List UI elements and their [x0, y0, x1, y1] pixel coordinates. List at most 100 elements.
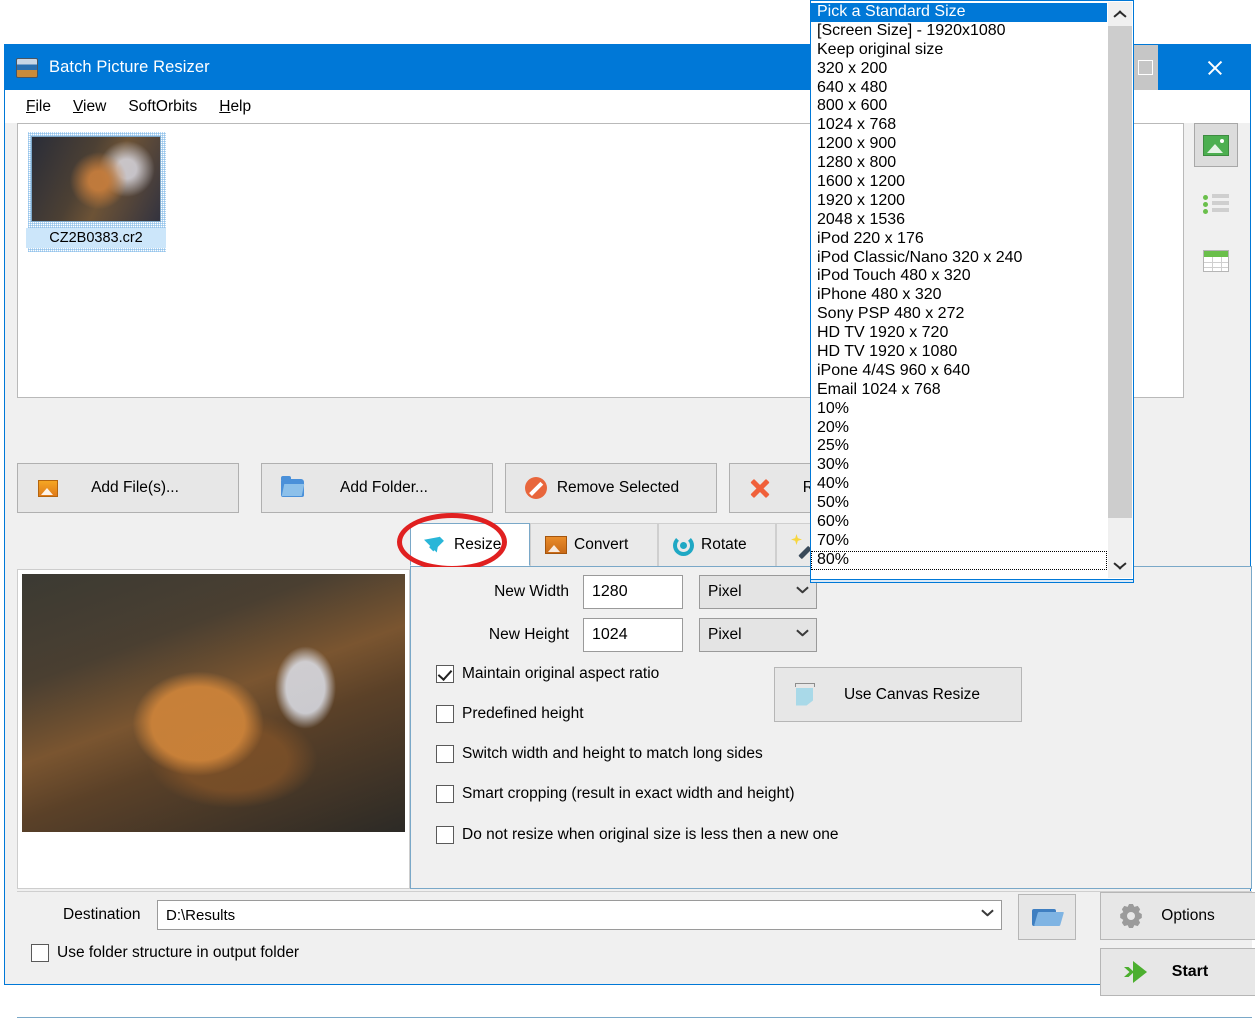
dropdown-option[interactable]: iPone 4/4S 960 x 640 [811, 362, 1107, 381]
checkbox-box [436, 665, 454, 683]
dropdown-option[interactable]: 320 x 200 [811, 60, 1107, 79]
options-button[interactable]: Options [1100, 892, 1255, 940]
checkbox-label: Predefined height [462, 705, 584, 723]
gear-icon [1119, 904, 1143, 928]
picture-icon [1203, 135, 1229, 156]
dropdown-option[interactable]: 1920 x 1200 [811, 192, 1107, 211]
dropdown-option[interactable]: 10% [811, 400, 1107, 419]
dropdown-option[interactable]: 40% [811, 475, 1107, 494]
checkbox-label: Do not resize when original size is less… [462, 826, 839, 844]
add-image-icon [34, 480, 62, 497]
dropdown-option[interactable]: 800 x 600 [811, 97, 1107, 116]
new-width-input[interactable]: 1280 [583, 575, 683, 609]
green-arrow-icon [1117, 961, 1147, 983]
folder-icon [278, 479, 306, 497]
scroll-up-button[interactable] [1108, 2, 1132, 26]
table-icon [1203, 250, 1229, 272]
details-view-button[interactable] [1194, 239, 1238, 283]
dropdown-option[interactable]: 60% [811, 513, 1107, 532]
checkbox-no-upscale[interactable]: Do not resize when original size is less… [436, 826, 839, 844]
dropdown-option[interactable]: 1200 x 900 [811, 135, 1107, 154]
dropdown-option[interactable]: 50% [811, 494, 1107, 513]
dropdown-option[interactable]: 1024 x 768 [811, 116, 1107, 135]
app-icon [16, 58, 38, 78]
height-unit-select[interactable]: Pixel [699, 618, 817, 652]
view-mode-group [1194, 123, 1246, 297]
add-folder-label: Add Folder... [310, 479, 492, 497]
dropdown-option[interactable]: 2048 x 1536 [811, 211, 1107, 230]
menu-item-help[interactable]: Help [208, 95, 262, 119]
dropdown-option[interactable]: HD TV 1920 x 1080 [811, 343, 1107, 362]
checkbox-box [436, 826, 454, 844]
add-files-button[interactable]: Add File(s)... [17, 463, 239, 513]
new-height-input[interactable]: 1024 [583, 618, 683, 652]
checkbox-box [436, 785, 454, 803]
convert-image-icon [545, 536, 567, 554]
remove-selected-button[interactable]: Remove Selected [505, 463, 717, 513]
window-title: Batch Picture Resizer [49, 58, 210, 77]
image-preview-panel [17, 569, 410, 889]
dropdown-option[interactable]: 1600 x 1200 [811, 173, 1107, 192]
tab-rotate[interactable]: Rotate [658, 523, 776, 566]
checkbox-smart-cropping[interactable]: Smart cropping (result in exact width an… [436, 785, 795, 803]
checkbox-box [436, 705, 454, 723]
dropdown-option[interactable]: Pick a Standard Size [811, 3, 1107, 22]
dropdown-option[interactable]: HD TV 1920 x 720 [811, 324, 1107, 343]
maximize-icon [1138, 60, 1153, 75]
dropdown-option[interactable]: 80% [811, 551, 1107, 570]
new-height-label: New Height [429, 626, 569, 644]
standard-size-dropdown-list[interactable]: Pick a Standard Size[Screen Size] - 1920… [810, 0, 1134, 580]
dropdown-options: Pick a Standard Size[Screen Size] - 1920… [811, 3, 1107, 570]
dropdown-option[interactable]: iPod 220 x 176 [811, 230, 1107, 249]
dropdown-option[interactable]: 70% [811, 532, 1107, 551]
close-icon [1206, 59, 1224, 77]
dropdown-option[interactable]: iPod Classic/Nano 320 x 240 [811, 249, 1107, 268]
canvas-resize-icon [795, 682, 821, 708]
close-button[interactable] [1192, 45, 1238, 90]
menu-item-view[interactable]: View [62, 95, 117, 119]
dropdown-option[interactable]: iPod Touch 480 x 320 [811, 267, 1107, 286]
tab-convert-label: Convert [574, 536, 628, 554]
use-canvas-resize-button[interactable]: Use Canvas Resize [774, 667, 1022, 722]
chevron-down-icon [797, 630, 808, 641]
destination-value: D:\Results [166, 907, 235, 924]
checkbox-switch-width-height[interactable]: Switch width and height to match long si… [436, 745, 763, 763]
dropdown-option[interactable]: 30% [811, 456, 1107, 475]
checkbox-label: Switch width and height to match long si… [462, 745, 763, 763]
scrollbar-thumb[interactable] [1108, 26, 1132, 518]
file-list-item[interactable]: CZ2B0383.cr2 [26, 132, 166, 257]
checkbox-use-folder-structure[interactable]: Use folder structure in output folder [31, 944, 299, 962]
dropdown-option[interactable]: Keep original size [811, 41, 1107, 60]
scroll-down-button[interactable] [1108, 554, 1132, 578]
dropdown-option[interactable]: Email 1024 x 768 [811, 381, 1107, 400]
options-label: Options [1143, 907, 1255, 925]
dropdown-option[interactable]: 1280 x 800 [811, 154, 1107, 173]
dropdown-option[interactable]: iPhone 480 x 320 [811, 286, 1107, 305]
list-icon [1203, 193, 1229, 214]
tab-rotate-label: Rotate [701, 536, 747, 554]
menu-item-softorbits[interactable]: SoftOrbits [117, 95, 208, 119]
add-files-label: Add File(s)... [66, 479, 238, 497]
dropdown-option[interactable]: 25% [811, 437, 1107, 456]
dropdown-option[interactable]: [Screen Size] - 1920x1080 [811, 22, 1107, 41]
checkbox-maintain-aspect[interactable]: Maintain original aspect ratio [436, 665, 659, 683]
dropdown-option[interactable]: 640 x 480 [811, 79, 1107, 98]
start-label: Start [1147, 963, 1255, 981]
dropdown-scrollbar[interactable] [1108, 2, 1132, 578]
start-button[interactable]: Start [1100, 948, 1255, 996]
dropdown-option[interactable]: Sony PSP 480 x 272 [811, 305, 1107, 324]
tab-convert[interactable]: Convert [530, 523, 658, 566]
list-view-button[interactable] [1194, 181, 1238, 225]
thumbnail-view-button[interactable] [1194, 123, 1238, 167]
destination-label: Destination [63, 906, 141, 924]
add-folder-button[interactable]: Add Folder... [261, 463, 493, 513]
checkbox-predefined-height[interactable]: Predefined height [436, 705, 584, 723]
checkbox-box [31, 944, 49, 962]
dropdown-option[interactable]: 20% [811, 419, 1107, 438]
height-unit-value: Pixel [708, 626, 742, 644]
browse-destination-button[interactable] [1018, 894, 1076, 940]
menu-item-file[interactable]: File [15, 95, 62, 119]
width-unit-select[interactable]: Pixel [699, 575, 817, 609]
checkbox-label: Use folder structure in output folder [57, 944, 299, 962]
destination-input[interactable]: D:\Results [157, 900, 1002, 930]
